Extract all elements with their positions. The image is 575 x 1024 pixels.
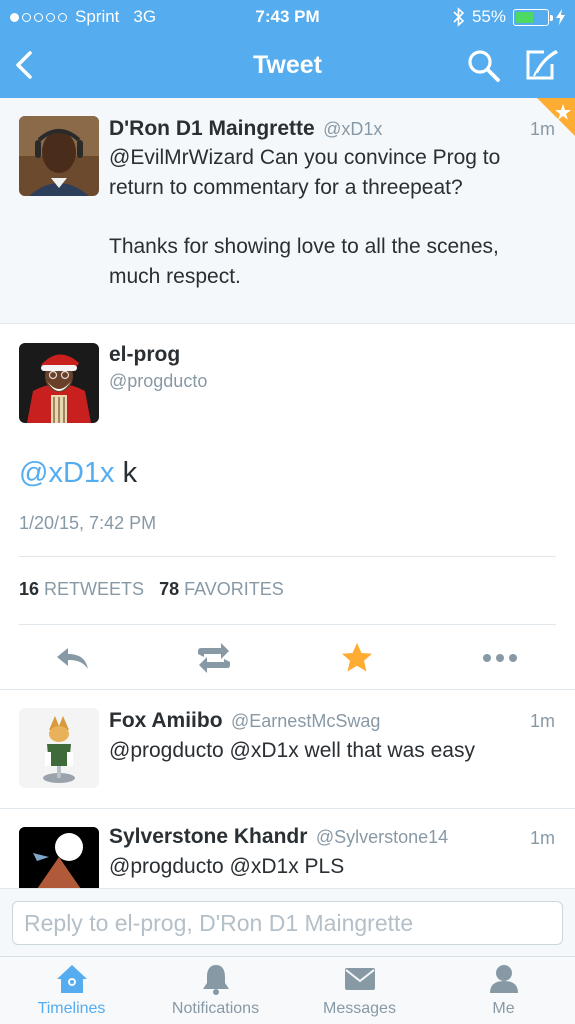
author-name[interactable]: D'Ron D1 Maingrette	[109, 117, 315, 140]
tweet-actions	[0, 636, 575, 680]
author-name[interactable]: el-prog	[109, 343, 180, 367]
status-right: 55%	[453, 7, 565, 27]
reply-bar	[0, 888, 575, 956]
bell-icon	[202, 965, 229, 995]
tweet-timestamp: 1/20/15, 7:42 PM	[19, 513, 157, 533]
main-tweet: el-prog @progducto @xD1x k 1/20/15, 7:42…	[0, 324, 575, 690]
avatar[interactable]	[19, 827, 99, 888]
tweet-text: @EvilMrWizard Can you convince Prog to r…	[109, 143, 559, 292]
tab-messages[interactable]: Messages	[288, 957, 431, 1024]
author-handle[interactable]: @Sylverstone14	[316, 827, 448, 847]
favorites-count: 78	[159, 579, 180, 599]
tweet-stats: 16 RETWEETS 78 FAVORITES	[19, 579, 284, 600]
avatar[interactable]	[19, 116, 99, 196]
parent-tweet[interactable]: D'Ron D1 Maingrette @xD1x 1m @EvilMrWiza…	[0, 98, 575, 324]
tab-notifications[interactable]: Notifications	[144, 957, 287, 1024]
tweet-text: @progducto @xD1x PLS	[109, 855, 345, 878]
tweet-body: k	[114, 457, 138, 489]
author-handle[interactable]: @xD1x	[323, 119, 382, 139]
tweet-time: 1m	[529, 711, 555, 731]
envelope-icon	[344, 968, 375, 990]
nav-bar: Tweet	[0, 34, 575, 98]
battery-percent: 55%	[471, 7, 506, 26]
tab-label: Me	[492, 1000, 515, 1017]
avatar[interactable]	[19, 708, 99, 788]
retweets-label: RETWEETS	[44, 579, 145, 599]
favorites-label: FAVORITES	[184, 579, 284, 599]
tab-label: Messages	[323, 1000, 396, 1017]
app-header: Sprint 3G 7:43 PM 55% Tweet	[0, 0, 575, 98]
retweets-count: 16	[19, 579, 40, 599]
author-name[interactable]: Sylverstone Khandr	[109, 825, 307, 848]
tweet-text: @progducto @xD1x well that was easy	[109, 739, 475, 762]
battery-icon	[513, 8, 553, 26]
retweets-stat[interactable]: 16 RETWEETS	[19, 579, 144, 599]
reply-input[interactable]	[12, 901, 563, 945]
divider	[19, 556, 556, 557]
tab-me[interactable]: Me	[432, 957, 575, 1024]
person-icon	[489, 965, 518, 993]
reply-tweet[interactable]: Fox Amiibo @EarnestMcSwag 1m @progducto …	[0, 690, 575, 809]
compose-icon[interactable]	[522, 46, 560, 84]
retweet-icon[interactable]	[194, 642, 234, 674]
mention-link[interactable]: @xD1x	[19, 457, 115, 489]
tab-label: Timelines	[37, 1000, 106, 1017]
tweet-time: 1m	[529, 828, 555, 848]
divider	[19, 624, 556, 625]
tweet-author: D'Ron D1 Maingrette @xD1x	[109, 117, 382, 141]
author-name[interactable]: Fox Amiibo	[109, 709, 223, 732]
tweet-text-line: @EvilMrWizard Can you convince Prog to	[109, 146, 501, 169]
tweet-text: @xD1x k	[19, 457, 137, 490]
author-handle[interactable]: @progducto	[109, 371, 207, 392]
status-bar: Sprint 3G 7:43 PM 55%	[0, 0, 575, 34]
tab-bar: Timelines Notifications Messages Me	[0, 956, 575, 1024]
tab-label: Notifications	[171, 1000, 260, 1017]
more-icon[interactable]	[480, 642, 520, 674]
tab-timelines[interactable]: Timelines	[0, 957, 143, 1024]
home-icon	[56, 965, 87, 993]
reply-tweet[interactable]: Sylverstone Khandr @Sylverstone14 1m @pr…	[0, 809, 575, 888]
tweet-author: Sylverstone Khandr @Sylverstone14	[109, 825, 448, 849]
favorited-corner-icon	[537, 98, 575, 136]
charging-icon	[556, 9, 565, 25]
reply-icon[interactable]	[53, 642, 93, 674]
tweet-author: Fox Amiibo @EarnestMcSwag	[109, 709, 380, 733]
author-handle[interactable]: @EarnestMcSwag	[231, 711, 380, 731]
avatar[interactable]	[19, 343, 99, 423]
search-icon[interactable]	[466, 48, 502, 84]
bluetooth-icon	[453, 7, 465, 27]
tweet-text-line: return to commentary for a threepeat?	[109, 176, 463, 199]
favorites-stat[interactable]: 78 FAVORITES	[159, 579, 284, 599]
tweet-text-line: Thanks for showing love to all the scene…	[109, 235, 499, 258]
tweet-text-line: much respect.	[109, 265, 241, 288]
favorite-star-icon[interactable]	[337, 642, 377, 674]
